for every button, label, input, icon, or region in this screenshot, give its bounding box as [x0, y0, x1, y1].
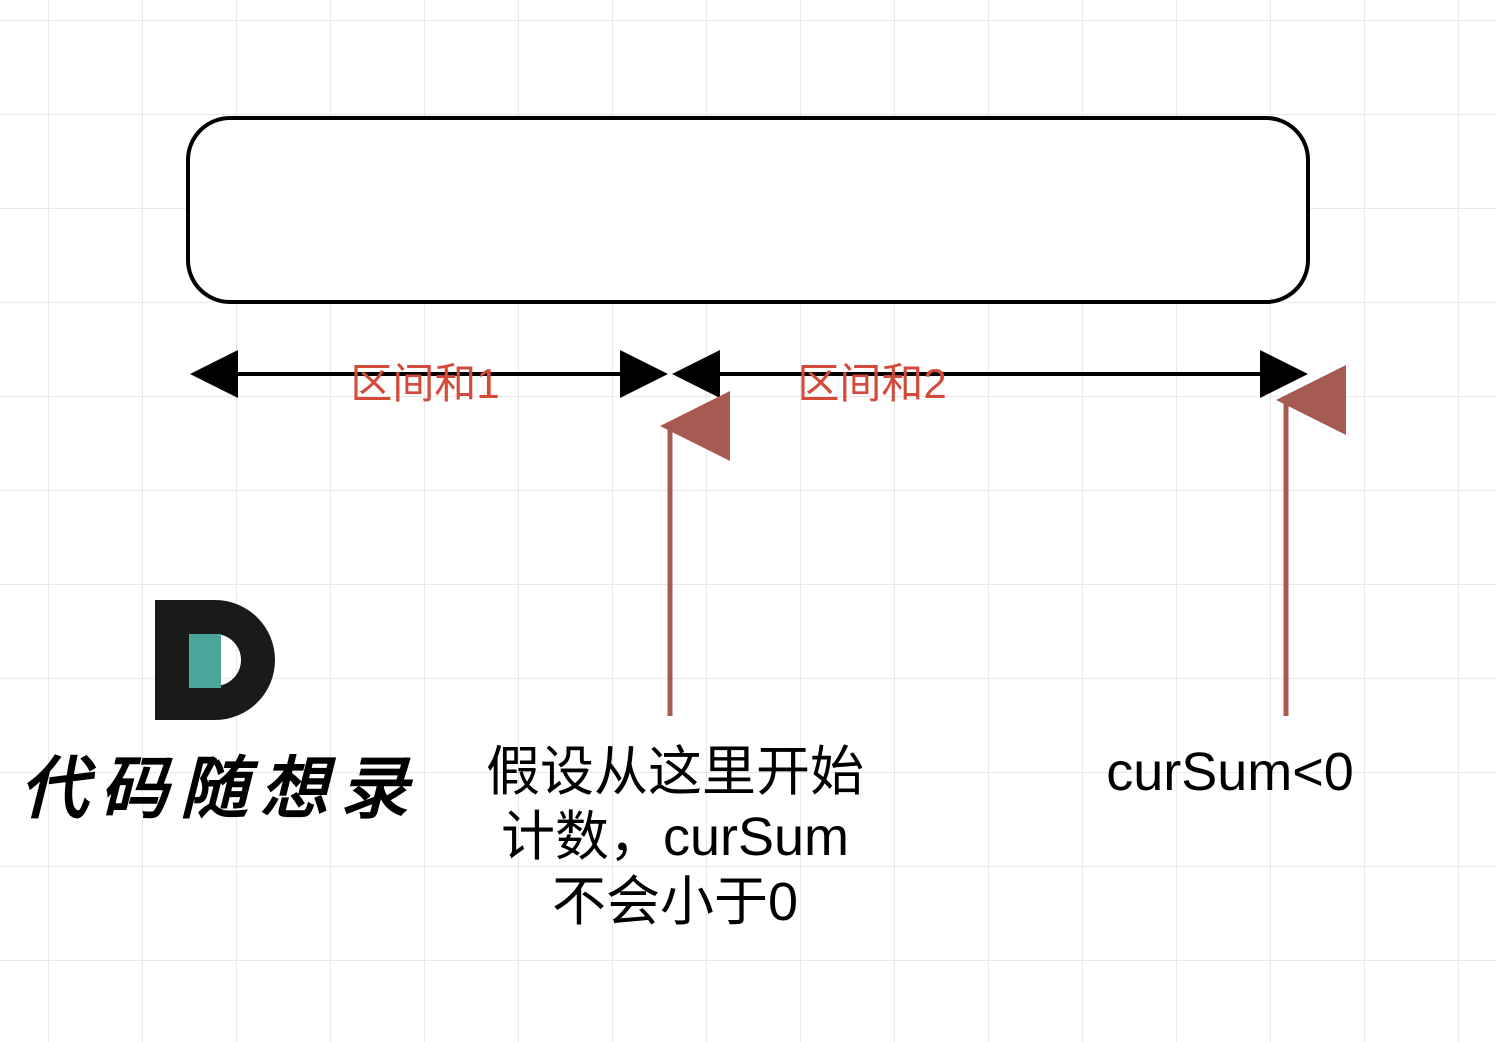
logo-d-icon — [155, 600, 275, 720]
logo: 代码随想录 — [20, 600, 410, 832]
array-box — [186, 116, 1310, 304]
logo-text: 代码随想录 — [20, 733, 410, 832]
